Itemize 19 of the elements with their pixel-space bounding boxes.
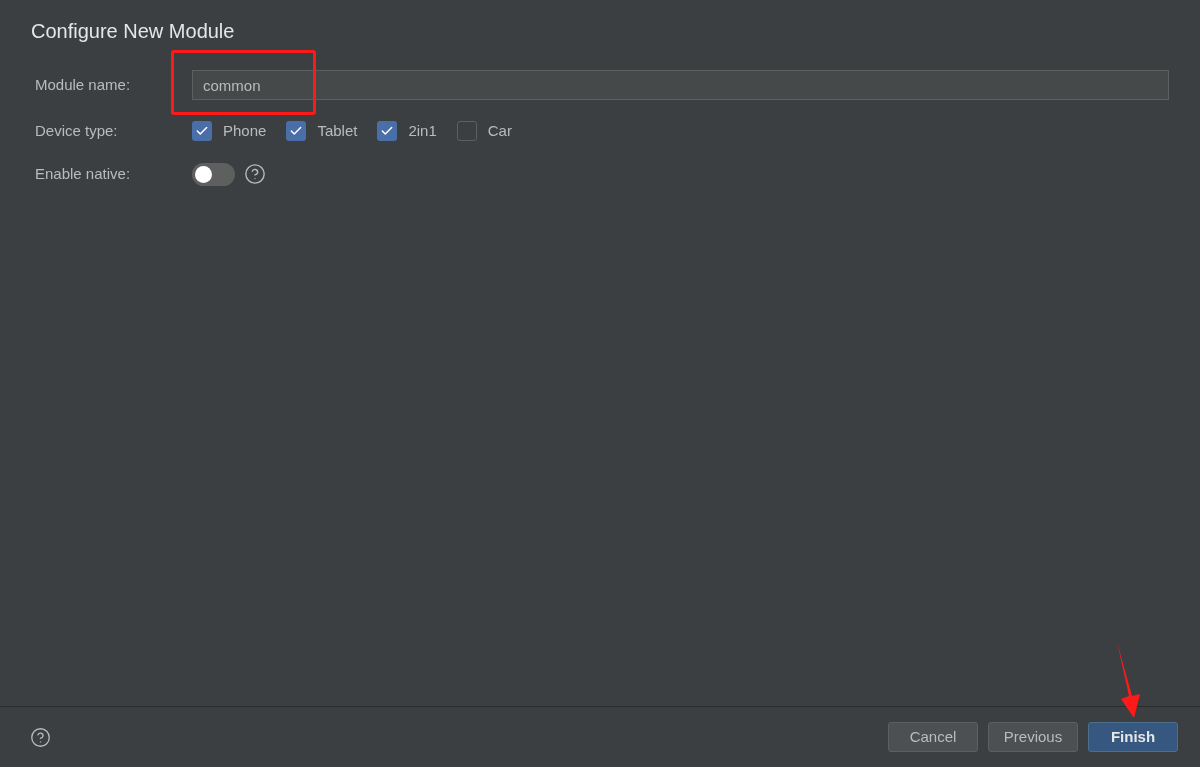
help-icon[interactable] [244, 163, 266, 185]
dialog-button[interactable]: Cancel [888, 722, 978, 752]
checkbox-label[interactable]: Phone [223, 120, 267, 143]
toggle-switch[interactable] [192, 162, 235, 186]
field-label: Enable native: [35, 163, 132, 184]
help-icon[interactable] [30, 726, 51, 748]
checkbox[interactable] [192, 121, 212, 142]
dialog-button[interactable]: Finish [1088, 722, 1178, 752]
module-name-field[interactable]: common [192, 70, 1169, 100]
checkbox[interactable] [377, 121, 398, 142]
field-label: Module name: [35, 74, 132, 95]
dialog-button[interactable]: Previous [988, 722, 1078, 752]
field-label: Device type: [35, 121, 119, 141]
checkbox-label[interactable]: Tablet [317, 120, 358, 143]
dialog-title: Configure New Module [31, 19, 236, 44]
checkbox[interactable] [456, 121, 477, 142]
checkbox-label[interactable]: 2in1 [408, 120, 437, 143]
checkbox[interactable] [286, 121, 307, 142]
checkbox-label[interactable]: Car [487, 120, 512, 143]
